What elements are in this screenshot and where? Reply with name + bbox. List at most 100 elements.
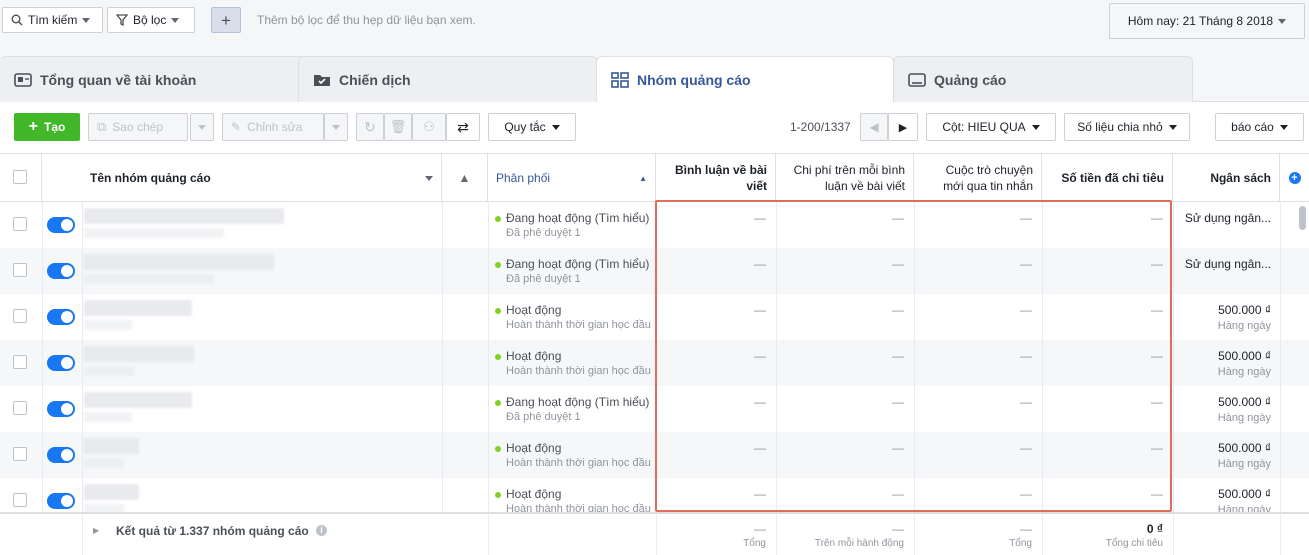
delete-button[interactable]: 🗑 bbox=[384, 113, 412, 141]
conversations-column-header[interactable]: Cuộc trò chuyện mới qua tin nhắn bbox=[914, 154, 1042, 202]
table-header: Tên nhóm quảng cáo ▲ Phân phối ▲ Bình lu… bbox=[0, 154, 1309, 202]
status-toggle[interactable] bbox=[47, 493, 75, 509]
budget-value: 500.000 ₫ bbox=[1218, 441, 1271, 455]
delivery-status: Hoạt động bbox=[495, 349, 655, 363]
delivery-status-label: Đang hoạt động (Tìm hiểu) bbox=[506, 211, 650, 225]
report-dropdown[interactable]: báo cáo bbox=[1215, 113, 1304, 141]
row-checkbox[interactable] bbox=[13, 493, 27, 507]
search-icon bbox=[11, 14, 23, 26]
preview-button[interactable]: ⇄ bbox=[446, 113, 480, 141]
blurred-adset-meta bbox=[84, 228, 224, 238]
rules-dropdown[interactable]: Quy tắc bbox=[488, 113, 576, 141]
row-checkbox[interactable] bbox=[13, 263, 27, 277]
chevron-down-icon bbox=[1031, 124, 1040, 130]
status-toggle[interactable] bbox=[47, 309, 75, 325]
refresh-button[interactable]: ↻ bbox=[356, 113, 384, 141]
delivery-substatus: Đã phê duyệt 1 bbox=[506, 411, 581, 423]
row-checkbox[interactable] bbox=[13, 447, 27, 461]
create-button[interactable]: + Tạo bbox=[14, 113, 80, 141]
tab-ad-sets[interactable]: Nhóm quảng cáo bbox=[596, 56, 894, 103]
info-icon[interactable]: i bbox=[316, 525, 327, 536]
cost-per-comment-column-header[interactable]: Chi phí trên mỗi bình luận về bài viết bbox=[776, 154, 914, 202]
name-column-header[interactable]: Tên nhóm quảng cáo bbox=[82, 154, 442, 202]
ab-test-button[interactable]: ⚇ bbox=[412, 113, 446, 141]
date-range-picker[interactable]: Hôm nay: 21 Tháng 8 2018 bbox=[1109, 3, 1305, 39]
footer-conv-sub: Tổng bbox=[1009, 538, 1032, 549]
add-filter-button[interactable]: + bbox=[211, 7, 241, 33]
edit-button[interactable]: ✎ Chỉnh sửa bbox=[222, 113, 324, 141]
filter-icon bbox=[116, 14, 128, 26]
copy-dropdown[interactable] bbox=[190, 113, 214, 141]
status-dot-icon bbox=[495, 353, 501, 360]
columns-dropdown[interactable]: Cột: HIEU QUA bbox=[926, 113, 1056, 141]
chevron-down-icon bbox=[1168, 124, 1177, 130]
footer-conv: — bbox=[1020, 522, 1032, 536]
blurred-adset-meta bbox=[84, 412, 132, 422]
row-checkbox[interactable] bbox=[13, 309, 27, 323]
date-label: Hôm nay: 21 Tháng 8 2018 bbox=[1127, 14, 1274, 28]
filter-dropdown[interactable]: Bộ lọc bbox=[107, 7, 195, 33]
col-divider bbox=[1280, 202, 1281, 512]
spent-column-header[interactable]: Số tiền đã chi tiêu bbox=[1042, 154, 1173, 202]
row-checkbox[interactable] bbox=[13, 355, 27, 369]
delivery-status-label: Hoạt động bbox=[506, 441, 562, 455]
blurred-adset-name[interactable] bbox=[84, 484, 139, 500]
row-checkbox[interactable] bbox=[13, 401, 27, 415]
status-dot-icon bbox=[495, 491, 501, 498]
breakdown-dropdown[interactable]: Số liệu chia nhỏ bbox=[1064, 113, 1190, 141]
col-divider bbox=[42, 202, 43, 512]
chevron-down-icon bbox=[171, 17, 180, 23]
delivery-status-label: Hoạt động bbox=[506, 349, 562, 363]
select-all-checkbox[interactable] bbox=[13, 170, 27, 184]
blurred-adset-name[interactable] bbox=[84, 392, 192, 408]
status-toggle[interactable] bbox=[47, 401, 75, 417]
delivery-status: Hoạt động bbox=[495, 303, 655, 317]
tab-account-overview[interactable]: Tổng quan về tài khoản bbox=[0, 56, 318, 102]
comments-column-header[interactable]: Bình luận về bài viết bbox=[656, 154, 776, 202]
rules-label: Quy tắc bbox=[504, 120, 546, 134]
report-label: báo cáo bbox=[1231, 120, 1274, 134]
edit-label: Chỉnh sửa bbox=[247, 120, 303, 134]
warning-icon: ▲ bbox=[458, 171, 471, 185]
status-toggle[interactable] bbox=[47, 355, 75, 371]
blurred-adset-name[interactable] bbox=[84, 300, 192, 316]
blurred-adset-name[interactable] bbox=[84, 438, 139, 454]
chevron-down-icon bbox=[551, 124, 560, 130]
blurred-adset-name[interactable] bbox=[84, 254, 274, 270]
status-toggle[interactable] bbox=[47, 447, 75, 463]
blurred-adset-name[interactable] bbox=[84, 208, 284, 224]
next-page-button[interactable]: ▶ bbox=[888, 113, 918, 141]
budget-type: Hàng ngày bbox=[1217, 366, 1271, 378]
tab-label: Chiến dịch bbox=[339, 71, 411, 88]
actions-toolbar: + Tạo ⧉ Sao chép ✎ Chỉnh sửa ↻ 🗑 ⚇ ⇄ Quy… bbox=[0, 102, 1309, 154]
create-label: Tạo bbox=[44, 120, 66, 134]
search-dropdown[interactable]: Tìm kiếm bbox=[2, 7, 103, 33]
filter-placeholder[interactable]: Thêm bộ lọc để thu hẹp dữ liệu bạn xem. bbox=[257, 13, 476, 27]
col-divider bbox=[82, 514, 83, 555]
chevron-down-icon bbox=[425, 175, 433, 181]
col-divider bbox=[442, 202, 443, 512]
budget-column-header[interactable]: Ngân sách bbox=[1173, 154, 1280, 202]
status-toggle[interactable] bbox=[47, 263, 75, 279]
add-column-button[interactable]: + bbox=[1280, 154, 1309, 202]
status-toggle[interactable] bbox=[47, 217, 75, 233]
delivery-column-header[interactable]: Phân phối ▲ bbox=[488, 154, 656, 202]
edit-dropdown[interactable] bbox=[324, 113, 348, 141]
account-icon bbox=[14, 72, 32, 87]
blurred-adset-name[interactable] bbox=[84, 346, 194, 362]
chevron-down-icon bbox=[1279, 124, 1288, 130]
expand-icon[interactable]: ▶ bbox=[93, 526, 99, 535]
footer-comments-sub: Tổng bbox=[743, 538, 766, 549]
tab-ads[interactable]: Quảng cáo bbox=[893, 56, 1193, 102]
warning-column-header: ▲ bbox=[442, 154, 488, 202]
row-checkbox[interactable] bbox=[13, 217, 27, 231]
delivery-substatus: Hoàn thành thời gian học đầu bbox=[506, 365, 651, 377]
delivery-status: Đang hoạt động (Tìm hiểu) bbox=[495, 395, 655, 409]
toggle-header bbox=[42, 154, 82, 202]
delivery-status: Đang hoạt động (Tìm hiểu) bbox=[495, 257, 655, 271]
select-all-cell bbox=[0, 154, 42, 202]
copy-button[interactable]: ⧉ Sao chép bbox=[88, 113, 188, 141]
scrollbar[interactable] bbox=[1299, 206, 1306, 230]
prev-page-button[interactable]: ◀ bbox=[860, 113, 888, 141]
tab-campaigns[interactable]: Chiến dịch bbox=[298, 56, 598, 102]
